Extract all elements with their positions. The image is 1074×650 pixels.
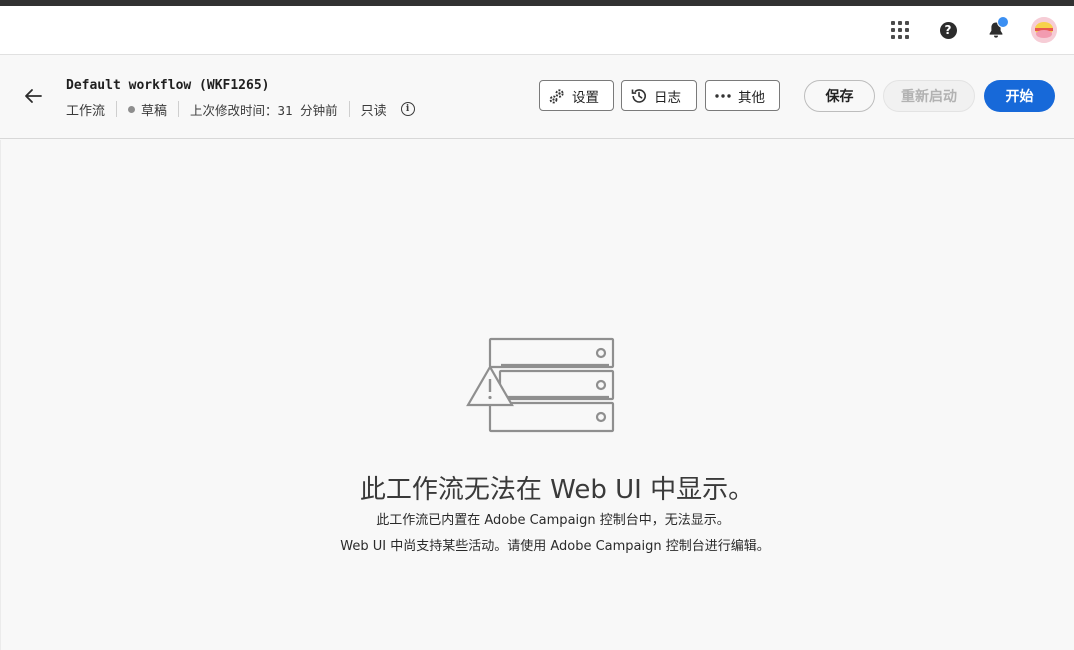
notification-badge xyxy=(997,16,1009,28)
empty-state-hint: Web UI 中尚支持某些活动。请使用 Adobe Campaign 控制台进行… xyxy=(340,539,770,554)
save-button[interactable]: 保存 xyxy=(804,80,875,112)
help-icon[interactable]: ? xyxy=(936,18,960,42)
bell-icon[interactable] xyxy=(984,16,1009,42)
more-label: 其他 xyxy=(738,89,765,106)
restart-button[interactable]: 重新启动 xyxy=(883,80,975,112)
workflow-meta: 工作流 草稿 上次修改时间：31 分钟前 只读 i xyxy=(66,101,415,119)
help-glyph: ? xyxy=(939,21,957,39)
empty-state-panel: 此工作流无法在 Web UI 中显示。 此工作流已内置在 Adobe Campa… xyxy=(0,140,1074,650)
arrow-left-icon xyxy=(25,89,42,103)
apps-grid-icon[interactable] xyxy=(888,18,912,42)
settings-button[interactable]: 设置 xyxy=(539,80,614,111)
status-badge: 草稿 xyxy=(141,103,168,119)
last-modified: 上次修改时间：31 分钟前 xyxy=(190,102,338,118)
global-top-bar: ? xyxy=(0,6,1074,55)
divider xyxy=(116,101,118,117)
info-icon[interactable]: i xyxy=(400,102,415,116)
settings-label: 设置 xyxy=(572,89,599,106)
start-button[interactable]: 开始 xyxy=(984,80,1055,112)
empty-state-title: 此工作流无法在 Web UI 中显示。 xyxy=(359,475,755,505)
more-icon xyxy=(714,87,732,105)
read-only-label: 只读 xyxy=(360,103,387,119)
divider xyxy=(178,101,180,117)
log-button[interactable]: 日志 xyxy=(621,80,697,111)
avatar[interactable] xyxy=(1031,17,1057,43)
workflow-type: 工作流 xyxy=(66,103,106,119)
more-button[interactable]: 其他 xyxy=(705,80,780,111)
workflow-title: Default workflow (WKF1265) xyxy=(66,78,270,93)
empty-state-description: 此工作流已内置在 Adobe Campaign 控制台中，无法显示。 xyxy=(376,513,730,528)
status-dot-icon xyxy=(128,105,136,113)
server-warning-icon xyxy=(466,337,615,433)
back-button[interactable] xyxy=(20,83,46,109)
divider xyxy=(348,101,350,117)
history-icon xyxy=(630,87,648,105)
log-label: 日志 xyxy=(654,89,681,106)
workflow-header: Default workflow (WKF1265) 工作流 草稿 上次修改时间… xyxy=(0,55,1074,139)
gears-icon xyxy=(548,87,566,105)
